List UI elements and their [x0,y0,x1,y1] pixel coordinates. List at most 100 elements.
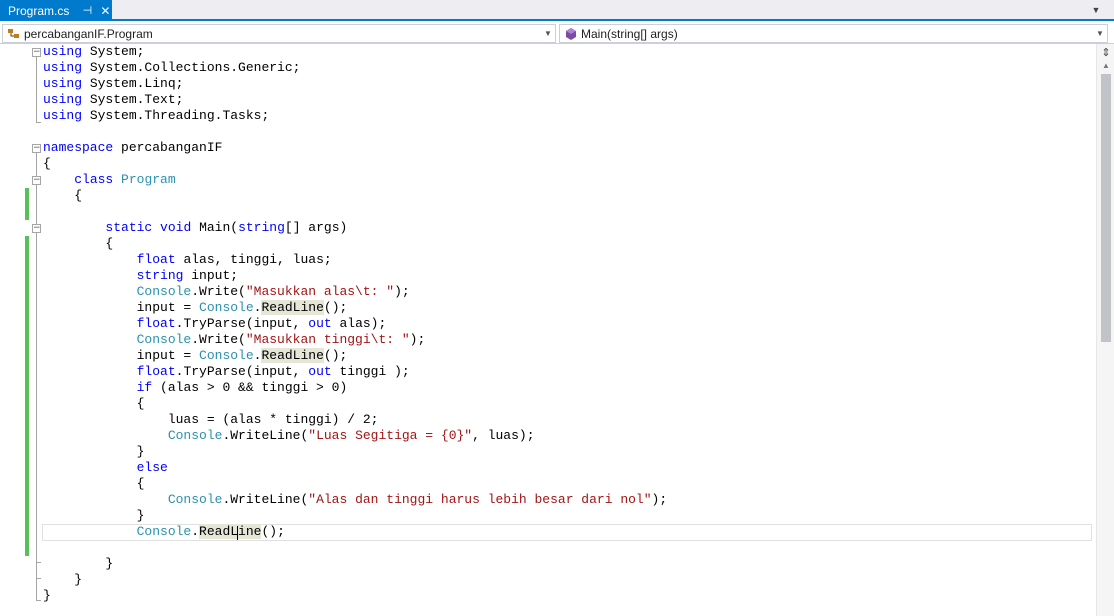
code-text: ); [394,284,410,299]
code-line-2: using System.Collections.Generic; [43,60,300,76]
code-line-19: Console.Write("Masukkan tinggi\t: "); [43,332,426,348]
keyword: string [238,220,285,235]
code-line-29: Console.WriteLine("Alas dan tinggi harus… [43,492,667,508]
code-text: { [43,396,145,411]
code-text: .WriteLine( [222,428,309,443]
code-text: alas, tinggi, luas; [175,252,332,267]
tab-label: Program.cs [8,3,70,18]
code-text: [] args) [284,220,348,235]
code-line-9: class Program [43,172,176,188]
type-selector-dropdown[interactable]: percabanganIF.Program ▼ [2,24,556,43]
string-literal: "Alas dan tinggi harus lebih besar dari … [308,492,652,507]
type-selector-value: percabanganIF.Program [24,26,153,41]
code-text: } [43,588,51,603]
code-text: .TryParse(input, [175,316,309,331]
collapse-icon[interactable]: − [32,48,41,57]
code-line-12: static void Main(string[] args) [43,220,347,236]
code-line-31: Console.ReadLine(); [43,524,285,540]
code-text: { [43,476,145,491]
collapse-icon[interactable]: − [32,224,41,233]
keyword: void [160,220,192,235]
type-name: Console [136,284,192,299]
code-text: { [43,188,83,203]
code-text: input; [183,268,239,283]
outline-guide [36,57,37,122]
code-text: . [191,524,200,539]
type-name: Console [167,492,223,507]
outline-guide [36,153,37,600]
tab-program-cs[interactable]: Program.cs ⊣ ✕ [0,0,112,21]
keyword: class [74,172,114,187]
outline-guide-end [36,122,41,123]
code-line-20: input = Console.ReadLine(); [43,348,347,364]
split-icon[interactable]: ⇕ [1098,46,1114,60]
vertical-scrollbar[interactable]: ⇕ ▲ [1096,44,1114,616]
code-line-1: using System; [43,44,144,60]
type-name: Console [136,524,192,539]
code-text: } [43,444,145,459]
collapse-icon[interactable]: − [32,176,41,185]
code-line-27: else [43,460,168,476]
keyword: out [308,364,332,379]
tab-list-dropdown-icon[interactable]: ▼ [1090,3,1102,17]
code-line-5: using System.Threading.Tasks; [43,108,269,124]
code-text: System.Threading.Tasks; [82,108,270,123]
code-line-16: Console.Write("Masukkan alas\t: "); [43,284,410,300]
pin-icon[interactable]: ⊣ [81,4,93,17]
code-text: System.Linq; [82,76,184,91]
code-text: { [43,156,51,171]
code-text: (); [323,300,348,315]
code-text: Main( [191,220,239,235]
keyword: using [43,108,83,123]
code-line-17: input = Console.ReadLine(); [43,300,347,316]
code-line-22: if (alas > 0 && tinggi > 0) [43,380,348,396]
navigation-bar: percabanganIF.Program ▼ Main(string[] ar… [0,23,1114,44]
collapse-icon[interactable]: − [32,144,41,153]
code-text: .WriteLine( [222,492,309,507]
code-line-8: { [43,156,51,172]
code-text: ); [409,332,426,347]
code-editor[interactable]: − − − − using System; using System.Colle… [0,44,1096,616]
code-line-15: string input; [43,268,238,284]
code-text: alas); [331,316,387,331]
code-line-33: } [43,556,113,572]
code-text: .TryParse(input, [175,364,309,379]
code-line-21: float.TryParse(input, out tinggi ); [43,364,410,380]
keyword: using [43,92,83,107]
type-name: Program [121,172,176,187]
code-text: input = [136,300,200,315]
keyword: float [136,364,176,379]
code-line-4: using System.Text; [43,92,183,108]
code-text: input = [136,348,200,363]
code-line-10: { [43,188,82,204]
code-text: (); [261,524,285,539]
code-text: luas = (alas * tinggi) / 2; [43,412,379,427]
code-line-18: float.TryParse(input, out alas); [43,316,387,332]
keyword: namespace [43,140,114,155]
member-selector-dropdown[interactable]: Main(string[] args) ▼ [559,24,1108,43]
member-selector-value: Main(string[] args) [581,26,678,41]
code-text: .Write( [191,332,246,347]
code-line-7: namespace percabanganIF [43,140,222,156]
scrollbar-thumb[interactable] [1101,74,1111,342]
highlighted-reference: ReadLine [261,300,324,315]
code-text: } [43,556,114,571]
close-icon[interactable]: ✕ [99,4,111,18]
code-text: System.Text; [82,92,184,107]
code-line-24: luas = (alas * tinggi) / 2; [43,412,379,428]
keyword: string [136,268,184,283]
scroll-up-icon[interactable]: ▲ [1098,60,1114,72]
code-text: (); [323,348,348,363]
type-name: Console [199,348,254,363]
code-line-30: } [43,508,145,524]
